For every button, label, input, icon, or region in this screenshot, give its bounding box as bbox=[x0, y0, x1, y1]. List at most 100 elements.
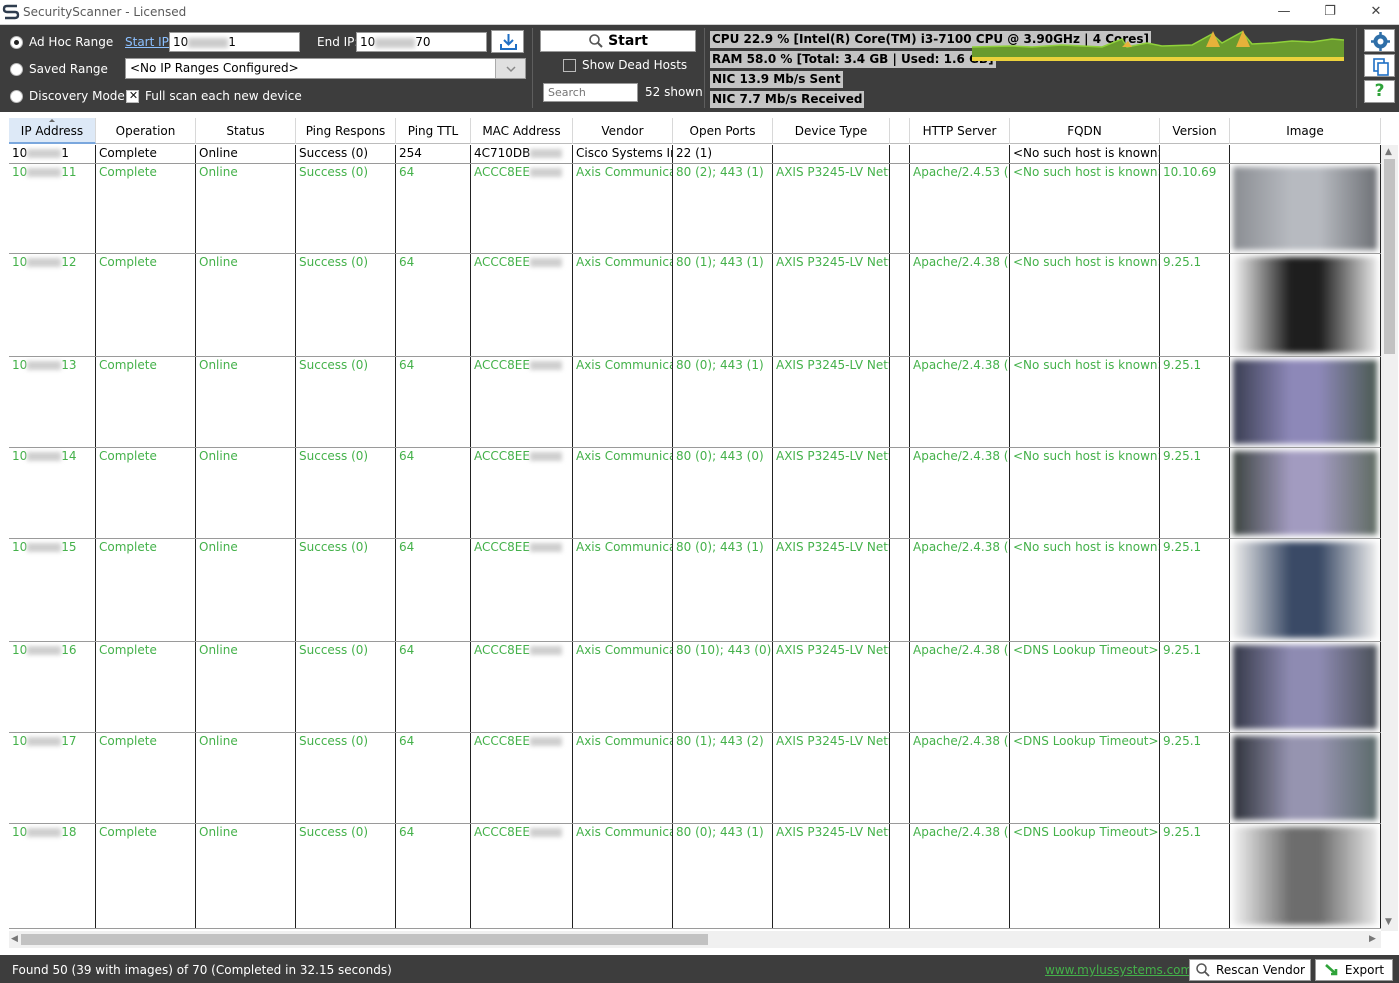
nic-received-stat: NIC 7.7 Mb/s Received bbox=[710, 91, 865, 108]
table-header: IP Address Operation Status Ping Respons Pin… bbox=[9, 118, 1381, 144]
adhoc-range-label: Ad Hoc Range bbox=[29, 35, 114, 49]
horizontal-scroll-thumb[interactable] bbox=[21, 934, 708, 945]
redacted-mark bbox=[27, 646, 62, 655]
discovery-mode-radio[interactable]: Discovery Mode bbox=[10, 86, 125, 106]
column-header-image[interactable]: Image bbox=[1230, 118, 1381, 144]
saved-range-select[interactable]: <No IP Ranges Configured> bbox=[125, 58, 526, 79]
column-header-ping-respons[interactable]: Ping Respons bbox=[296, 118, 396, 144]
table-row[interactable]: 10 12 Complete Online Success (0) 64 ACCC8EE Ax… bbox=[9, 254, 1381, 357]
camera-snapshot-image[interactable] bbox=[1233, 827, 1377, 925]
saved-range-radio[interactable]: Saved Range bbox=[10, 59, 108, 79]
column-header-mac-address[interactable]: MAC Address bbox=[471, 118, 573, 144]
cell-mac: ACCC8EE bbox=[471, 357, 573, 447]
search-input[interactable] bbox=[543, 83, 638, 102]
start-button[interactable]: Start bbox=[540, 30, 696, 52]
camera-snapshot-image[interactable] bbox=[1233, 167, 1377, 250]
table-row[interactable]: 10 18 Complete Online Success (0) 64 ACCC8EE Ax… bbox=[9, 824, 1381, 929]
column-header-fqdn[interactable]: FQDN bbox=[1010, 118, 1160, 144]
results-table[interactable]: IP Address Operation Status Ping Respons Pin… bbox=[9, 118, 1381, 931]
minimize-button[interactable]: — bbox=[1261, 0, 1307, 25]
radio-selected-icon bbox=[10, 35, 23, 49]
cell-ttl: 64 bbox=[396, 733, 471, 823]
cell-device: AXIS P3245-LV Netw bbox=[773, 539, 890, 641]
export-button[interactable]: Export bbox=[1315, 959, 1393, 981]
close-button[interactable]: ✕ bbox=[1353, 0, 1399, 25]
scroll-down-icon[interactable]: ▼ bbox=[1385, 917, 1392, 927]
scroll-right-icon[interactable]: ▶ bbox=[1369, 934, 1376, 944]
redacted-mark bbox=[27, 828, 62, 837]
camera-snapshot-image[interactable] bbox=[1233, 645, 1377, 729]
show-dead-hosts-checkbox[interactable]: Show Dead Hosts bbox=[563, 58, 687, 72]
cell-extra bbox=[890, 145, 910, 163]
table-row[interactable]: 10 14 Complete Online Success (0) 64 ACCC8EE Ax… bbox=[9, 448, 1381, 539]
camera-snapshot-image[interactable] bbox=[1233, 736, 1377, 820]
column-header-vendor[interactable]: Vendor bbox=[573, 118, 673, 144]
cell-ping: Success (0) bbox=[296, 448, 396, 538]
column-header-status[interactable]: Status bbox=[196, 118, 296, 144]
download-button[interactable] bbox=[491, 30, 524, 53]
column-header-open-ports[interactable]: Open Ports bbox=[673, 118, 773, 144]
cell-status: Online bbox=[196, 357, 296, 447]
table-row[interactable]: 10 11 Complete Online Success (0) 64 ACCC8EE Ax… bbox=[9, 164, 1381, 254]
cell-ttl: 64 bbox=[396, 357, 471, 447]
settings-button[interactable] bbox=[1364, 29, 1395, 52]
ip-suffix: 16 bbox=[61, 643, 77, 657]
help-button[interactable]: ? bbox=[1364, 80, 1395, 103]
mac-prefix: ACCC8EE bbox=[474, 358, 530, 372]
table-row[interactable]: 10 15 Complete Online Success (0) 64 ACCC8EE Ax… bbox=[9, 539, 1381, 642]
column-header-operation[interactable]: Operation bbox=[96, 118, 196, 144]
full-scan-checkbox[interactable]: Full scan each new device bbox=[126, 86, 302, 106]
start-ip-link[interactable]: Start IP: bbox=[125, 35, 173, 49]
column-header-device-type[interactable]: Device Type bbox=[773, 118, 890, 144]
cell-image bbox=[1230, 733, 1381, 823]
table-row[interactable]: 10 17 Complete Online Success (0) 64 ACCC8EE Ax… bbox=[9, 733, 1381, 824]
table-row[interactable]: 10 13 Complete Online Success (0) 64 ACCC8EE Ax… bbox=[9, 357, 1381, 448]
cell-mac: 4C710DB bbox=[471, 145, 573, 163]
website-link[interactable]: www.mylussystems.com bbox=[1045, 963, 1192, 977]
redacted-mark bbox=[529, 543, 562, 552]
cell-operation: Complete bbox=[96, 254, 196, 356]
redacted-mark bbox=[27, 737, 62, 746]
column-header-ping-ttl[interactable]: Ping TTL bbox=[396, 118, 471, 144]
cell-ip: 10 11 bbox=[9, 164, 96, 253]
horizontal-scrollbar[interactable]: ◀ ▶ bbox=[9, 931, 1381, 948]
cell-ports: 22 (1) bbox=[673, 145, 773, 163]
column-header-http-server[interactable]: HTTP Server bbox=[910, 118, 1010, 144]
camera-snapshot-image[interactable] bbox=[1233, 257, 1377, 353]
ip-prefix: 10 bbox=[12, 255, 28, 269]
redacted-mark bbox=[529, 737, 562, 746]
camera-snapshot-image[interactable] bbox=[1233, 542, 1377, 638]
vertical-scrollbar[interactable]: ▲ ▼ bbox=[1381, 145, 1398, 931]
column-header-blank[interactable] bbox=[890, 118, 910, 144]
cell-http: Apache/2.4.38 (Ui bbox=[910, 254, 1010, 356]
redacted-mark bbox=[27, 168, 62, 177]
ip-suffix: 15 bbox=[61, 540, 77, 554]
cell-version: 9.25.1 bbox=[1160, 733, 1230, 823]
download-icon bbox=[500, 34, 517, 50]
copy-button[interactable] bbox=[1364, 54, 1395, 77]
restore-button[interactable]: ❐ bbox=[1307, 0, 1353, 25]
rescan-vendor-button[interactable]: Rescan Vendor bbox=[1189, 959, 1311, 981]
ip-suffix: 11 bbox=[61, 165, 77, 179]
adhoc-range-radio[interactable]: Ad Hoc Range bbox=[10, 32, 113, 52]
cell-device: AXIS P3245-LV Netw bbox=[773, 733, 890, 823]
cell-version: 9.25.1 bbox=[1160, 448, 1230, 538]
scroll-left-icon[interactable]: ◀ bbox=[11, 934, 18, 944]
end-ip-input[interactable]: 10 70 bbox=[356, 32, 487, 52]
start-ip-input[interactable]: 10 1 bbox=[169, 32, 300, 52]
column-header-ip-address[interactable]: IP Address bbox=[9, 118, 96, 144]
table-row[interactable]: 10 1 Complete Online Success (0) 254 4C710DB Ci… bbox=[9, 145, 1381, 164]
camera-snapshot-image[interactable] bbox=[1233, 360, 1377, 444]
divider bbox=[1356, 28, 1357, 108]
vertical-scroll-thumb[interactable] bbox=[1384, 159, 1395, 354]
cell-version bbox=[1160, 145, 1230, 163]
scroll-up-icon[interactable]: ▲ bbox=[1385, 147, 1392, 157]
cell-operation: Complete bbox=[96, 448, 196, 538]
cell-fqdn: <DNS Lookup Timeout> bbox=[1010, 642, 1160, 732]
camera-snapshot-image[interactable] bbox=[1233, 451, 1377, 535]
cell-ports: 80 (2); 443 (1) bbox=[673, 164, 773, 253]
column-header-version[interactable]: Version bbox=[1160, 118, 1230, 144]
cell-http: Apache/2.4.38 (Ui bbox=[910, 448, 1010, 538]
table-row[interactable]: 10 16 Complete Online Success (0) 64 ACCC8EE Ax… bbox=[9, 642, 1381, 733]
performance-graph bbox=[972, 30, 1344, 61]
